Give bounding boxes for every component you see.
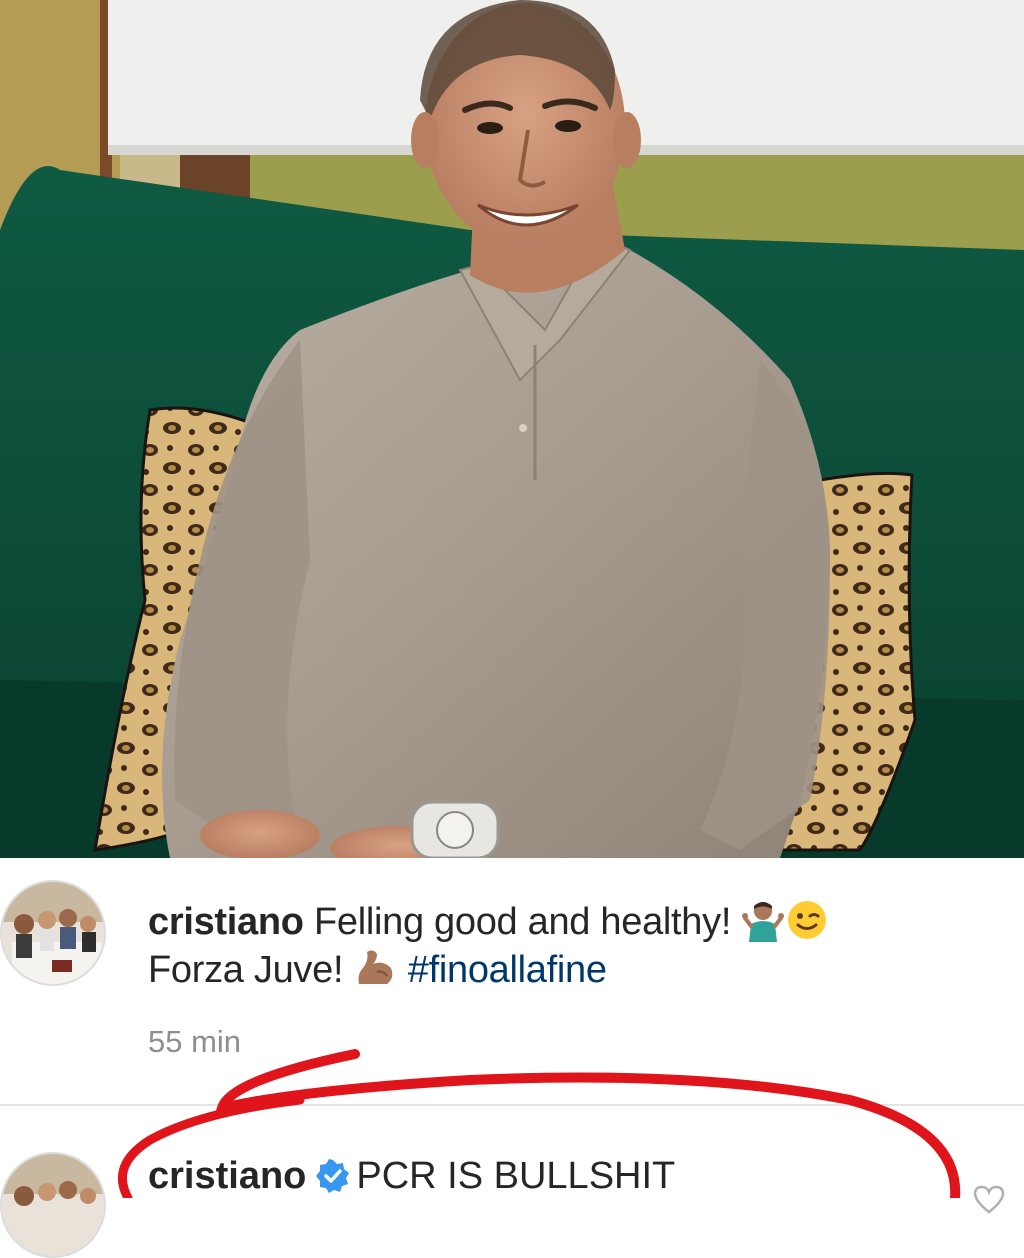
comment-avatar[interactable] bbox=[0, 1152, 106, 1258]
comment-username[interactable]: cristiano bbox=[148, 1155, 306, 1197]
caption-line2: Forza Juve! bbox=[148, 949, 344, 991]
caption-text: cristiano Felling good and healthy! Forz… bbox=[148, 898, 978, 994]
caption-hashtag-link[interactable]: #finoallafine bbox=[408, 949, 607, 991]
caption-avatar[interactable] bbox=[0, 880, 106, 986]
comment-body: PCR IS BULLSHIT bbox=[356, 1155, 676, 1197]
person-shrugging-icon bbox=[741, 898, 785, 942]
avatar-photo bbox=[2, 1154, 104, 1256]
verified-badge-icon bbox=[316, 1159, 350, 1193]
caption-username[interactable]: cristiano bbox=[148, 901, 304, 943]
post-caption-section: cristiano Felling good and healthy! Forz… bbox=[0, 858, 1024, 1258]
post-photo[interactable] bbox=[0, 0, 1024, 858]
post-photo-illustration bbox=[0, 0, 1024, 858]
caption-line1: Felling good and healthy! bbox=[313, 901, 732, 943]
caption-timestamp: 55 min bbox=[148, 1024, 242, 1059]
comment-text: cristiano PCR IS BULLSHIT bbox=[148, 1152, 675, 1200]
winking-face-icon bbox=[785, 898, 829, 942]
heart-outline-icon[interactable] bbox=[972, 1184, 1006, 1214]
section-divider bbox=[0, 1104, 1024, 1106]
avatar-photo bbox=[2, 882, 104, 984]
flexed-biceps-icon bbox=[353, 946, 397, 990]
